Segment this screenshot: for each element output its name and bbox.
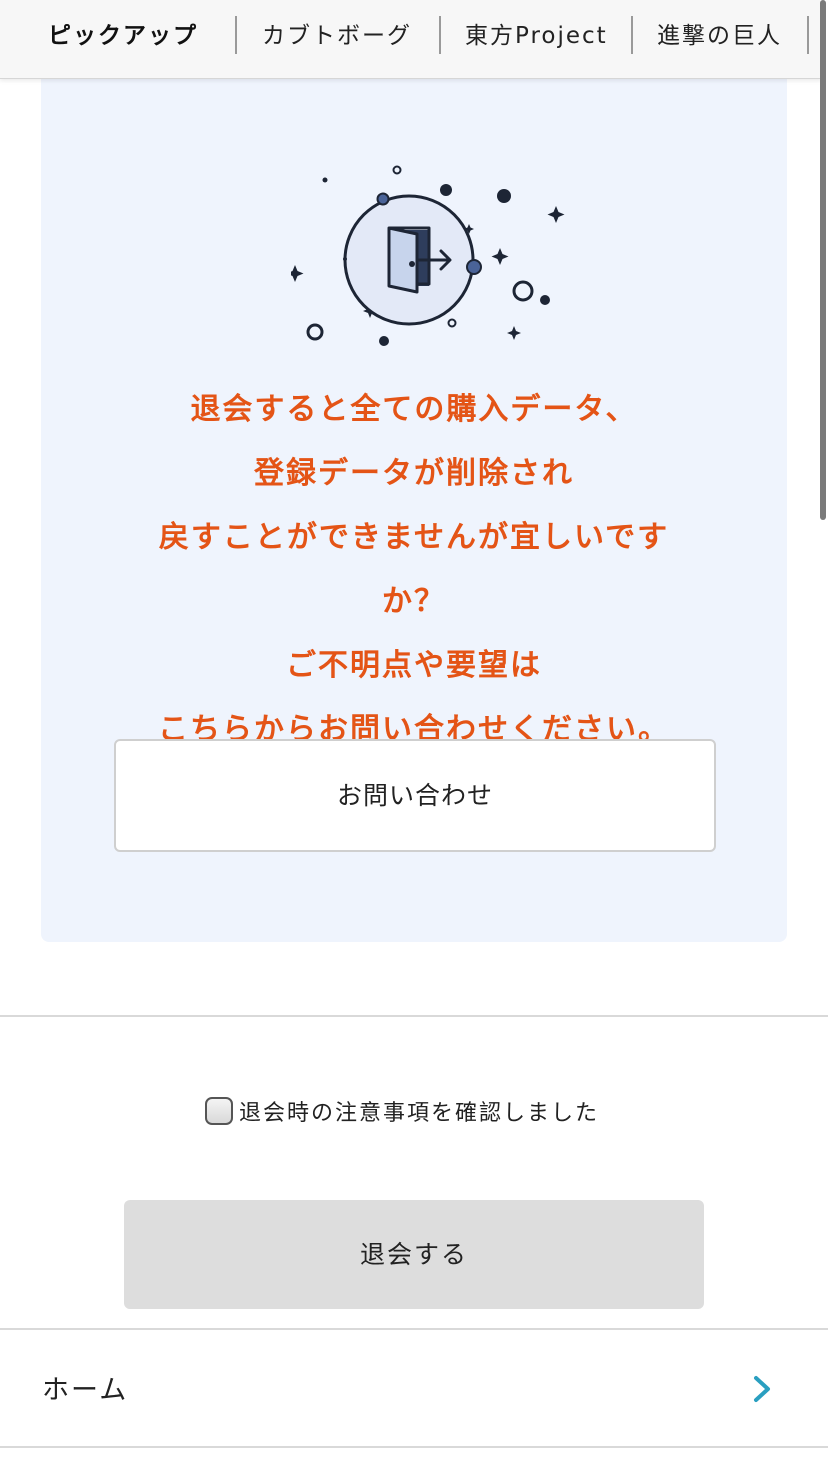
withdrawal-notice-panel: 退会すると全ての購入データ、 登録データが削除され 戻すことができませんが宜しい…	[41, 78, 787, 942]
warning-line: 退会すると全ての購入データ、	[190, 392, 638, 427]
confirm-checkbox-row[interactable]: 退会時の注意事項を確認しました	[205, 1094, 599, 1128]
warning-line: ご不明点や要望は	[286, 648, 542, 683]
tab-divider	[807, 16, 809, 54]
tab-touhou-project[interactable]: 東方Project	[465, 14, 608, 58]
tab-divider	[631, 16, 633, 54]
category-tab-bar: ピックアップ カブトボーグ 東方Project 進撃の巨人	[0, 0, 822, 79]
tab-divider	[235, 16, 237, 54]
warning-line: 戻すことができませんが宜しいです	[158, 520, 670, 555]
withdraw-button[interactable]: 退会する	[124, 1200, 704, 1309]
section-divider	[0, 1446, 828, 1448]
confirm-checkbox-label[interactable]: 退会時の注意事項を確認しました	[239, 1095, 599, 1127]
contact-button[interactable]: お問い合わせ	[114, 739, 716, 852]
door-exit-icon	[264, 158, 611, 352]
page-scrollbar[interactable]	[820, 0, 826, 520]
chevron-right-icon[interactable]	[750, 1374, 774, 1408]
tab-pickup[interactable]: ピックアップ	[48, 14, 198, 58]
warning-line: か？	[382, 584, 446, 619]
section-divider	[0, 1015, 828, 1017]
tab-divider	[439, 16, 441, 54]
confirm-checkbox[interactable]	[205, 1097, 233, 1125]
tab-attack-on-titan[interactable]: 進撃の巨人	[657, 14, 782, 58]
warning-line: 登録データが削除され	[254, 456, 574, 491]
nav-home-row[interactable]: ホーム	[0, 1330, 828, 1448]
nav-home-label[interactable]: ホーム	[42, 1368, 128, 1407]
withdrawal-warning-message: 退会すると全ての購入データ、 登録データが削除され 戻すことができませんが宜しい…	[81, 378, 747, 762]
tab-kabutoborg[interactable]: カブトボーグ	[262, 14, 412, 58]
